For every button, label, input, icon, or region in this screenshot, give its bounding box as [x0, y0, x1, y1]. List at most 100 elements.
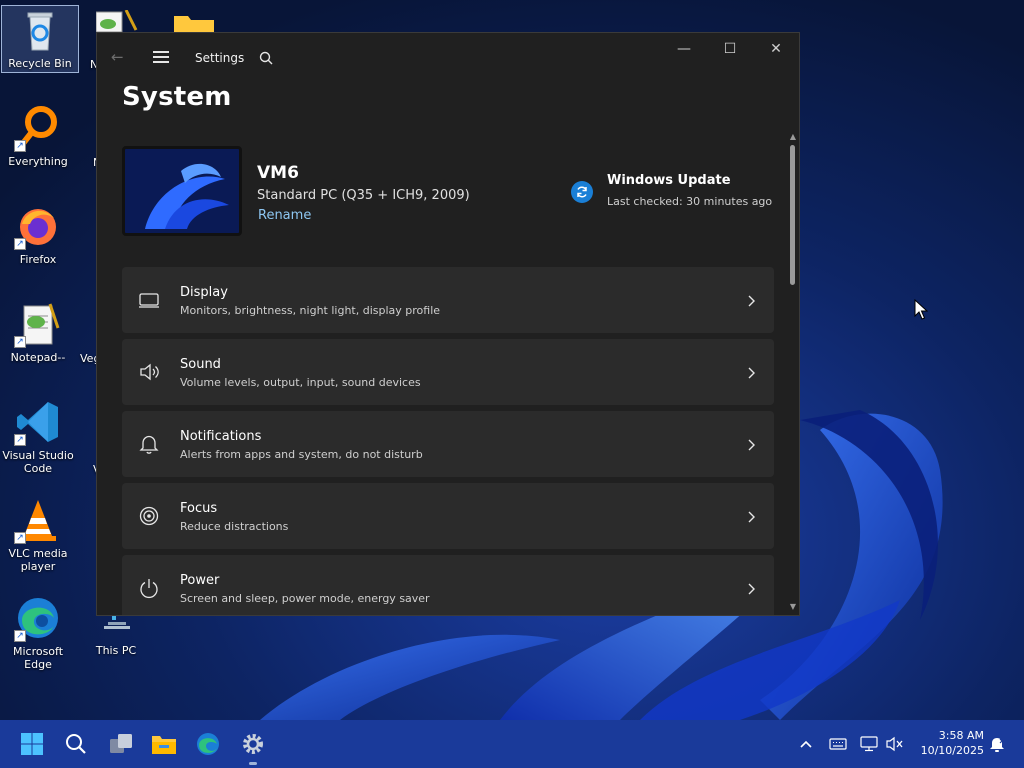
- task-view-button[interactable]: [105, 728, 137, 760]
- device-name: VM6: [257, 163, 299, 183]
- speaker-icon: [138, 361, 160, 383]
- settings-item-title: Notifications: [180, 429, 262, 444]
- settings-item-display[interactable]: Display Monitors, brightness, night ligh…: [122, 267, 774, 333]
- network-button[interactable]: [858, 734, 880, 754]
- windows-update-title[interactable]: Windows Update: [607, 173, 731, 188]
- desktop-icon-label: Microsoft Edge: [12, 645, 64, 671]
- keyboard-button[interactable]: [827, 734, 849, 754]
- scroll-up-arrow-icon[interactable]: ▲: [789, 133, 797, 141]
- desktop-icon-label: Recycle Bin: [8, 57, 72, 70]
- settings-item-description: Monitors, brightness, night light, displ…: [180, 304, 441, 317]
- edge-icon: ↗: [14, 594, 62, 642]
- desktop-icon-label: Visual Studio Code: [2, 449, 74, 475]
- desktop-icon-label: Firefox: [19, 253, 57, 266]
- task-view-icon: [110, 734, 132, 753]
- device-thumbnail: [122, 146, 242, 236]
- shortcut-arrow-icon: ↗: [14, 336, 26, 348]
- notepad-icon: ↗: [14, 300, 62, 348]
- clock-time: 3:58 AM: [938, 729, 984, 742]
- notification-center-button[interactable]: [986, 734, 1008, 754]
- firefox-icon: ↗: [14, 202, 62, 250]
- chevron-right-icon: [746, 581, 756, 595]
- bell-icon: [138, 433, 160, 455]
- settings-item-description: Alerts from apps and system, do not dist…: [180, 448, 423, 461]
- settings-item-notifications[interactable]: Notifications Alerts from apps and syste…: [122, 411, 774, 477]
- network-icon: [860, 736, 878, 752]
- vlc-icon: ↗: [14, 496, 62, 544]
- desktop-icon-vlc[interactable]: ↗ VLC media player: [0, 496, 76, 573]
- settings-window: ← Settings — ☐ ✕ System VM6 Standard PC …: [96, 32, 800, 616]
- vertical-scrollbar[interactable]: ▲ ▼: [787, 133, 799, 615]
- settings-taskbar-button[interactable]: [237, 728, 269, 760]
- back-arrow-icon[interactable]: ←: [111, 49, 127, 65]
- title-bar[interactable]: ← Settings — ☐ ✕: [97, 33, 799, 81]
- notepad-icon: [96, 10, 140, 32]
- chevron-right-icon: [746, 437, 756, 451]
- settings-item-description: Volume levels, output, input, sound devi…: [180, 376, 421, 389]
- chevron-up-icon: [800, 740, 812, 748]
- start-icon: [21, 733, 43, 755]
- minimize-button[interactable]: —: [661, 33, 707, 65]
- folder-icon: [172, 12, 216, 32]
- page-title: System: [122, 82, 232, 112]
- close-button[interactable]: ✕: [753, 33, 799, 65]
- shortcut-arrow-icon: ↗: [14, 434, 26, 446]
- shortcut-arrow-icon: ↗: [14, 238, 26, 250]
- recycle-bin-icon: [16, 6, 64, 54]
- windows-update-icon[interactable]: [571, 181, 593, 203]
- scroll-thumb[interactable]: [790, 145, 795, 285]
- file-explorer-icon: [152, 736, 176, 754]
- settings-item-title: Power: [180, 573, 220, 588]
- notification-icon: [990, 738, 1005, 752]
- clock[interactable]: 3:58 AM 10/10/2025: [910, 728, 984, 758]
- display-icon: [138, 289, 160, 311]
- taskbar-search-button[interactable]: [60, 728, 92, 760]
- settings-item-focus[interactable]: Focus Reduce distractions: [122, 483, 774, 549]
- desktop-icon-vscode[interactable]: ↗ Visual Studio Code: [0, 398, 76, 475]
- chevron-right-icon: [746, 293, 756, 307]
- hamburger-menu-icon[interactable]: [153, 51, 169, 63]
- app-title: Settings: [195, 51, 245, 65]
- desktop-icon-everything[interactable]: ↗ Everything: [0, 104, 76, 168]
- settings-icon: [243, 734, 263, 754]
- settings-item-power[interactable]: Power Screen and sleep, power mode, ener…: [122, 555, 774, 615]
- show-hidden-icons-button[interactable]: [795, 734, 817, 754]
- running-indicator: [249, 762, 257, 765]
- device-model: Standard PC (Q35 + ICH9, 2009): [257, 188, 470, 203]
- volume-button[interactable]: [884, 734, 906, 754]
- desktop-icon-label: This PC: [95, 644, 137, 657]
- start-button[interactable]: [16, 728, 48, 760]
- edge-icon: [197, 733, 219, 755]
- rename-link[interactable]: Rename: [258, 208, 311, 223]
- settings-content: VM6 Standard PC (Q35 + ICH9, 2009) Renam…: [97, 133, 787, 615]
- settings-item-description: Reduce distractions: [180, 520, 289, 533]
- mouse-cursor-icon: [914, 299, 928, 320]
- maximize-button[interactable]: ☐: [707, 33, 753, 65]
- everything-icon: ↗: [14, 104, 62, 152]
- settings-item-sound[interactable]: Sound Volume levels, output, input, soun…: [122, 339, 774, 405]
- desktop-icon-label: Everything: [8, 155, 68, 168]
- scroll-down-arrow-icon[interactable]: ▼: [789, 603, 797, 611]
- desktop-icon-edge[interactable]: ↗ Microsoft Edge: [0, 594, 76, 671]
- search-icon: [66, 734, 86, 754]
- settings-item-description: Screen and sleep, power mode, energy sav…: [180, 592, 430, 605]
- desktop-icon-recycle-bin[interactable]: Recycle Bin: [1, 5, 79, 73]
- volume-muted-icon: [886, 736, 903, 752]
- file-explorer-button[interactable]: [148, 728, 180, 760]
- desktop-icon-this-pc[interactable]: This PC: [78, 612, 154, 657]
- focus-icon: [138, 505, 160, 527]
- desktop-icon-firefox[interactable]: ↗ Firefox: [0, 202, 76, 266]
- vscode-icon: ↗: [14, 398, 62, 446]
- settings-item-title: Focus: [180, 501, 218, 516]
- chevron-right-icon: [746, 509, 756, 523]
- taskbar: 3:58 AM 10/10/2025: [0, 720, 1024, 768]
- chevron-right-icon: [746, 365, 756, 379]
- settings-item-title: Display: [180, 285, 228, 300]
- edge-taskbar-button[interactable]: [192, 728, 224, 760]
- clock-date: 10/10/2025: [920, 744, 984, 757]
- search-icon[interactable]: [259, 50, 273, 65]
- desktop-icon-notepad[interactable]: ↗ Notepad--: [0, 300, 76, 364]
- desktop-icon-label: Notepad--: [10, 351, 66, 364]
- settings-list: Display Monitors, brightness, night ligh…: [122, 267, 774, 615]
- keyboard-icon: [829, 738, 847, 750]
